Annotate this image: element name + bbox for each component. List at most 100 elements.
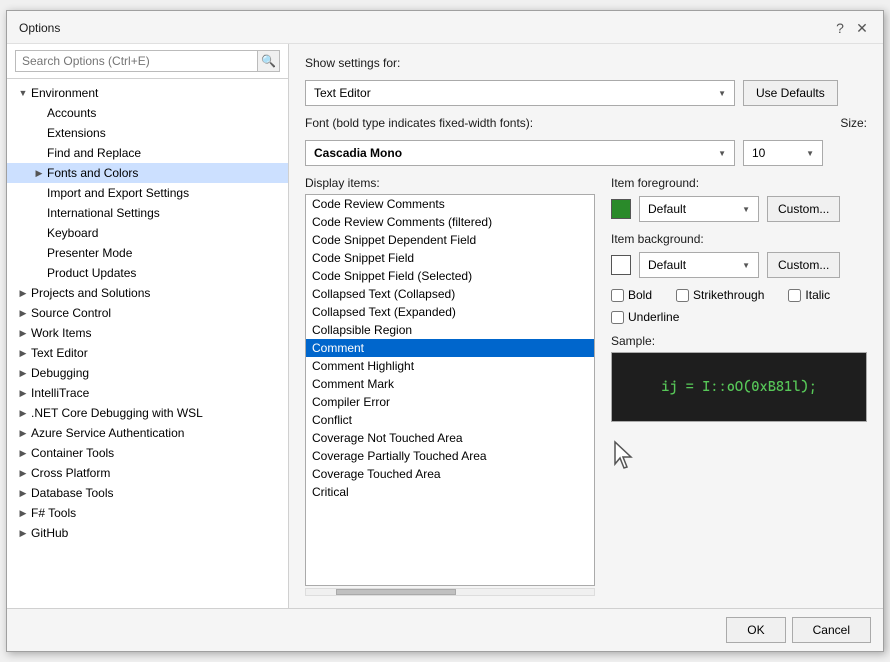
tree-row-intellitrace[interactable]: ▶ IntelliTrace [7,383,288,403]
foreground-dropdown[interactable]: Default ▼ [639,196,759,222]
strikethrough-checkbox-label[interactable]: Strikethrough [676,288,764,302]
tree-label-container-tools: Container Tools [31,446,114,460]
list-item-collapsible[interactable]: Collapsible Region [306,321,594,339]
list-item-comment-highlight[interactable]: Comment Highlight [306,357,594,375]
cancel-button[interactable]: Cancel [792,617,871,643]
list-item-comment[interactable]: Comment [306,339,594,357]
foreground-custom-button[interactable]: Custom... [767,196,840,222]
tree-row-database-tools[interactable]: ▶ Database Tools [7,483,288,503]
expand-icon-source-control: ▶ [15,305,31,321]
checkbox-row: Bold Strikethrough Italic Underline [611,288,867,324]
list-item-snippet[interactable]: Code Snippet Field [306,249,594,267]
expand-icon-international [31,205,47,221]
list-item-snippet-sel[interactable]: Code Snippet Field (Selected) [306,267,594,285]
bold-checkbox-label[interactable]: Bold [611,288,652,302]
list-item-collapsed-coll[interactable]: Collapsed Text (Collapsed) [306,285,594,303]
strikethrough-checkbox[interactable] [676,289,689,302]
font-value: Cascadia Mono [314,146,712,160]
tree-row-azure-auth[interactable]: ▶ Azure Service Authentication [7,423,288,443]
italic-checkbox[interactable] [788,289,801,302]
tree-label-fonts-colors: Fonts and Colors [47,166,138,180]
help-button[interactable]: ? [831,19,849,37]
tree-row-container-tools[interactable]: ▶ Container Tools [7,443,288,463]
bold-checkbox[interactable] [611,289,624,302]
display-items-label: Display items: [305,176,595,190]
underline-label: Underline [628,310,679,324]
list-item-conflict[interactable]: Conflict [306,411,594,429]
cursor-area [611,432,867,470]
list-item-comment-mark[interactable]: Comment Mark [306,375,594,393]
tree-row-source-control[interactable]: ▶ Source Control [7,303,288,323]
tree-row-keyboard[interactable]: Keyboard [7,223,288,243]
dialog-body: 🔍 ▼ Environment Accounts Extensions [7,44,883,608]
background-custom-button[interactable]: Custom... [767,252,840,278]
tree-label-database-tools: Database Tools [31,486,114,500]
tree-row-presenter[interactable]: Presenter Mode [7,243,288,263]
tree-row-cross-platform[interactable]: ▶ Cross Platform [7,463,288,483]
sample-box: ij = I::oO(0xB81l); [611,352,867,422]
expand-icon-net-core: ▶ [15,405,31,421]
left-panel: 🔍 ▼ Environment Accounts Extensions [7,44,289,608]
display-items-list[interactable]: Code Review Comments Code Review Comment… [305,194,595,586]
expand-icon-fsharp: ▶ [15,505,31,521]
show-settings-arrow: ▼ [718,89,726,98]
background-row: Item background: Default ▼ Custom... [611,232,867,278]
list-item-coverage-partial[interactable]: Coverage Partially Touched Area [306,447,594,465]
foreground-row: Item foreground: Default ▼ Custom... [611,176,867,222]
search-icon[interactable]: 🔍 [258,50,280,72]
tree-label-extensions: Extensions [47,126,106,140]
list-item-collapsed-exp[interactable]: Collapsed Text (Expanded) [306,303,594,321]
background-arrow: ▼ [742,261,750,270]
size-dropdown[interactable]: 10 ▼ [743,140,823,166]
tree-row-projects[interactable]: ▶ Projects and Solutions [7,283,288,303]
list-item-compiler-error[interactable]: Compiler Error [306,393,594,411]
use-defaults-button[interactable]: Use Defaults [743,80,838,106]
font-controls: Cascadia Mono ▼ 10 ▼ [305,140,867,166]
list-scrollbar[interactable] [305,588,595,596]
expand-icon-presenter [31,245,47,261]
tree-label-international: International Settings [47,206,160,220]
italic-checkbox-label[interactable]: Italic [788,288,830,302]
ok-button[interactable]: OK [726,617,785,643]
show-settings-value: Text Editor [314,86,712,100]
tree-row-text-editor[interactable]: ▶ Text Editor [7,343,288,363]
right-controls: Item foreground: Default ▼ Custom... [611,176,867,596]
search-input[interactable] [15,50,258,72]
list-item-code-review[interactable]: Code Review Comments [306,195,594,213]
tree-row-environment[interactable]: ▼ Environment [7,83,288,103]
tree-row-product-updates[interactable]: Product Updates [7,263,288,283]
tree-row-debugging[interactable]: ▶ Debugging [7,363,288,383]
tree-row-net-core[interactable]: ▶ .NET Core Debugging with WSL [7,403,288,423]
list-item-critical[interactable]: Critical [306,483,594,501]
underline-checkbox-label[interactable]: Underline [611,310,679,324]
tree-label-net-core: .NET Core Debugging with WSL [31,406,203,420]
close-button[interactable]: ✕ [853,19,871,37]
font-row: Font (bold type indicates fixed-width fo… [305,116,867,130]
tree-row-accounts[interactable]: Accounts [7,103,288,123]
background-dropdown[interactable]: Default ▼ [639,252,759,278]
list-item-coverage-touched[interactable]: Coverage Touched Area [306,465,594,483]
show-settings-dropdown[interactable]: Text Editor ▼ [305,80,735,106]
list-item-coverage-not-touched[interactable]: Coverage Not Touched Area [306,429,594,447]
tree-row-github[interactable]: ▶ GitHub [7,523,288,543]
font-dropdown[interactable]: Cascadia Mono ▼ [305,140,735,166]
tree-row-fsharp[interactable]: ▶ F# Tools [7,503,288,523]
tree-row-international[interactable]: International Settings [7,203,288,223]
tree-label-import-export: Import and Export Settings [47,186,189,200]
tree-label-debugging: Debugging [31,366,89,380]
tree-label-github: GitHub [31,526,68,540]
list-item-snippet-dep[interactable]: Code Snippet Dependent Field [306,231,594,249]
tree-row-fonts-colors[interactable]: ▶ Fonts and Colors [7,163,288,183]
tree-label-source-control: Source Control [31,306,111,320]
underline-checkbox[interactable] [611,311,624,324]
foreground-label: Item foreground: [611,176,867,190]
list-item-code-review-filtered[interactable]: Code Review Comments (filtered) [306,213,594,231]
tree-row-work-items[interactable]: ▶ Work Items [7,323,288,343]
tree-label-work-items: Work Items [31,326,91,340]
tree-row-extensions[interactable]: Extensions [7,123,288,143]
background-controls: Default ▼ Custom... [611,252,867,278]
tree-row-import-export[interactable]: Import and Export Settings [7,183,288,203]
expand-icon-work-items: ▶ [15,325,31,341]
tree-row-find-replace[interactable]: Find and Replace [7,143,288,163]
expand-icon-fonts-colors: ▶ [31,165,47,181]
